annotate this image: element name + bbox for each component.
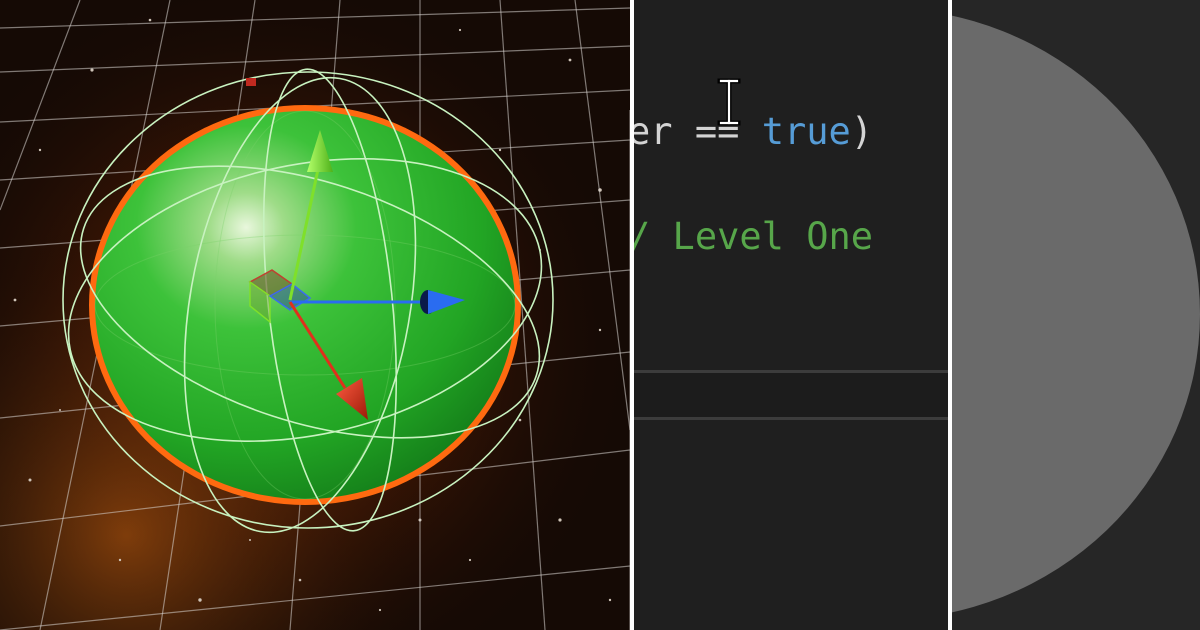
editor-divider	[634, 417, 948, 420]
editor-panel-strip	[634, 373, 948, 417]
scene-view[interactable]	[0, 0, 630, 630]
sphere-mesh[interactable]	[95, 111, 515, 499]
sphere-object[interactable]	[89, 105, 521, 505]
code-line-condition[interactable]: er == true)	[634, 110, 873, 154]
code-comment: / Level One	[634, 215, 874, 258]
screenshot-root: er == true) / Level One	[0, 0, 1200, 630]
preview-disc	[952, 8, 1200, 620]
code-keyword: true	[761, 110, 851, 153]
preview-panel	[952, 0, 1200, 630]
code-paren: )	[850, 110, 874, 153]
text-cursor-ibeam-icon	[717, 78, 741, 126]
code-editor[interactable]: er == true) / Level One	[634, 0, 948, 630]
code-identifier: er	[634, 110, 673, 153]
code-line-comment[interactable]: / Level One	[634, 215, 873, 259]
scene-canvas[interactable]	[0, 0, 630, 630]
collider-handle-icon[interactable]	[246, 78, 256, 86]
